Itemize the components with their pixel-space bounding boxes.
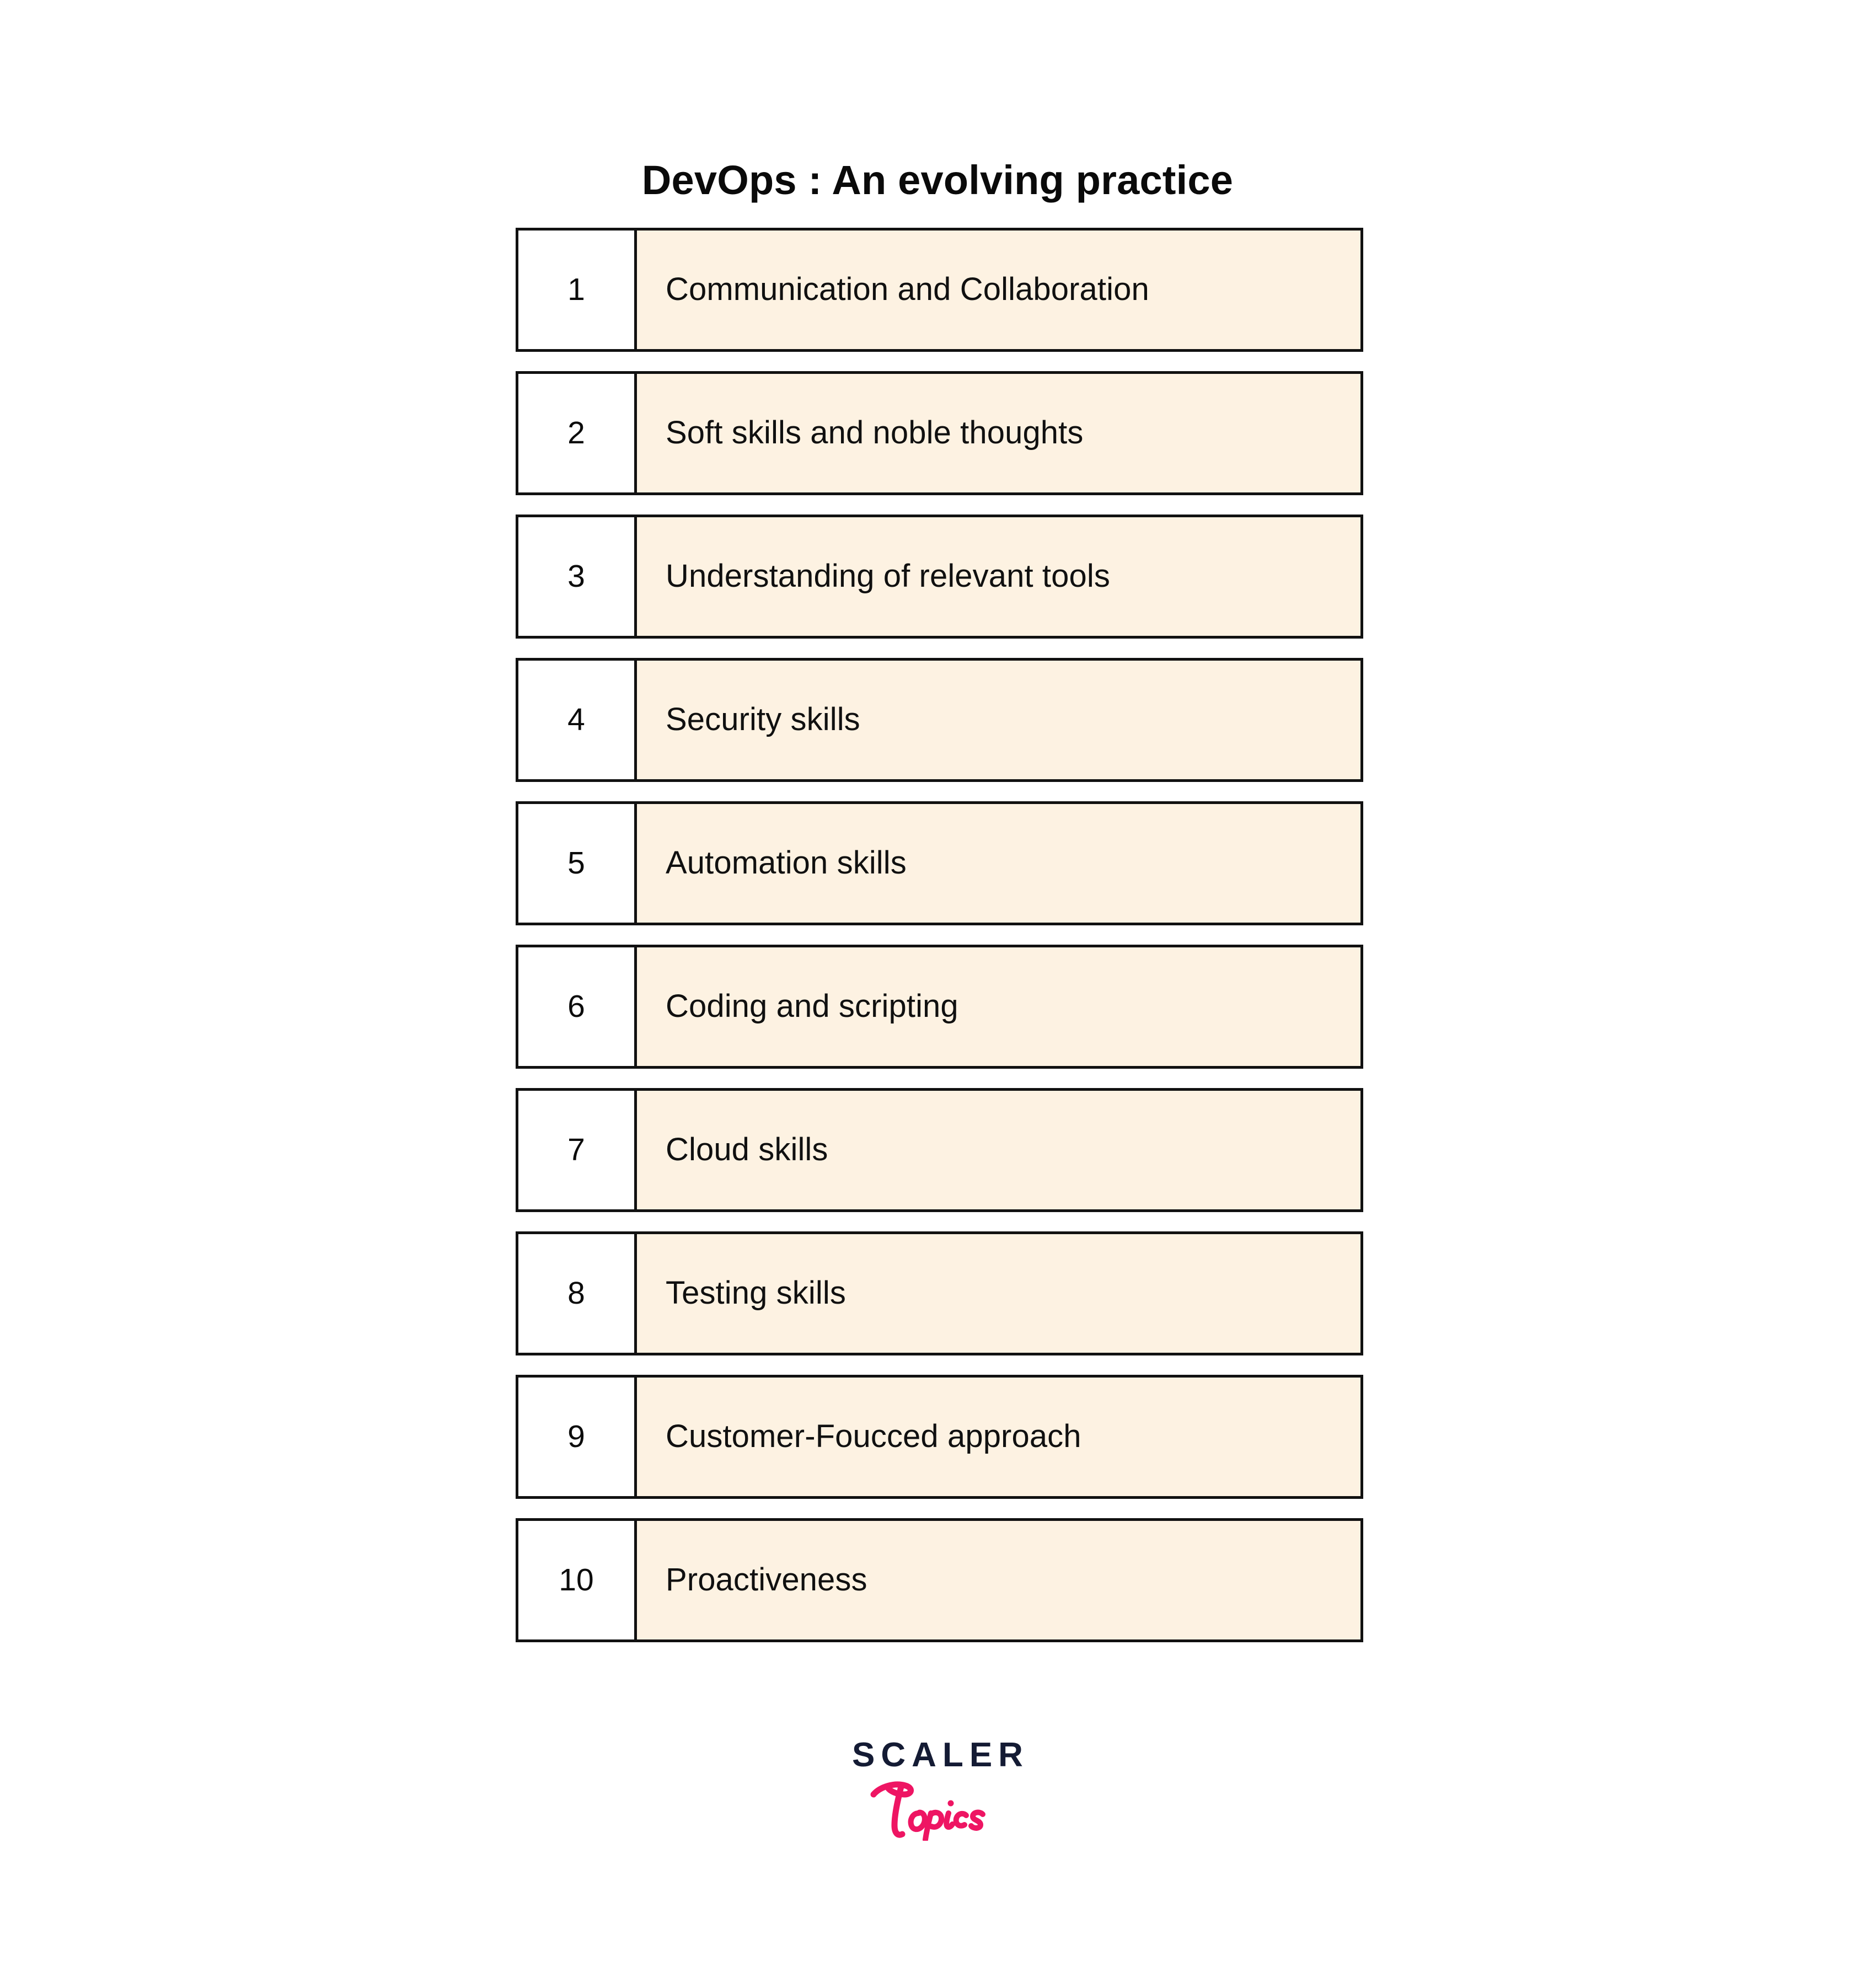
row-number: 2 [518, 374, 637, 492]
row-number: 5 [518, 804, 637, 923]
table-row: 10 Proactiveness [516, 1518, 1363, 1642]
row-label: Soft skills and noble thoughts [637, 374, 1360, 492]
row-label: Security skills [637, 661, 1360, 779]
row-label: Proactiveness [637, 1521, 1360, 1639]
row-label: Automation skills [637, 804, 1360, 923]
page-canvas: DevOps : An evolving practice 1 Communica… [0, 0, 1875, 1988]
page-title: DevOps : An evolving practice [641, 157, 1234, 203]
row-number: 9 [518, 1378, 637, 1496]
table-row: 8 Testing skills [516, 1231, 1363, 1355]
row-label: Understanding of relevant tools [637, 517, 1360, 636]
table-row: 3 Understanding of relevant tools [516, 515, 1363, 639]
row-label: Testing skills [637, 1234, 1360, 1353]
table-row: 2 Soft skills and noble thoughts [516, 371, 1363, 495]
table-row: 5 Automation skills [516, 801, 1363, 925]
row-number: 8 [518, 1234, 637, 1353]
table-row: 1 Communication and Collaboration [516, 228, 1363, 352]
row-number: 1 [518, 231, 637, 349]
table-row: 6 Coding and scripting [516, 945, 1363, 1069]
row-number: 6 [518, 947, 637, 1066]
table-row: 7 Cloud skills [516, 1088, 1363, 1212]
row-label: Coding and scripting [637, 947, 1360, 1066]
row-label: Cloud skills [637, 1091, 1360, 1209]
title-container: DevOps : An evolving practice [0, 131, 1875, 229]
table-row: 4 Security skills [516, 658, 1363, 782]
row-label: Communication and Collaboration [637, 231, 1360, 349]
scaler-topics-logo: SCALER [0, 1738, 1875, 1841]
scaler-wordmark: SCALER [852, 1736, 1029, 1774]
row-number: 4 [518, 661, 637, 779]
row-label: Customer-Foucced approach [637, 1378, 1360, 1496]
row-number: 3 [518, 517, 637, 636]
table-row: 9 Customer-Foucced approach [516, 1375, 1363, 1499]
topics-script-logo [870, 1781, 985, 1841]
skills-table: 1 Communication and Collaboration 2 Soft sk… [516, 228, 1363, 1642]
row-number: 10 [518, 1521, 637, 1639]
row-number: 7 [518, 1091, 637, 1209]
